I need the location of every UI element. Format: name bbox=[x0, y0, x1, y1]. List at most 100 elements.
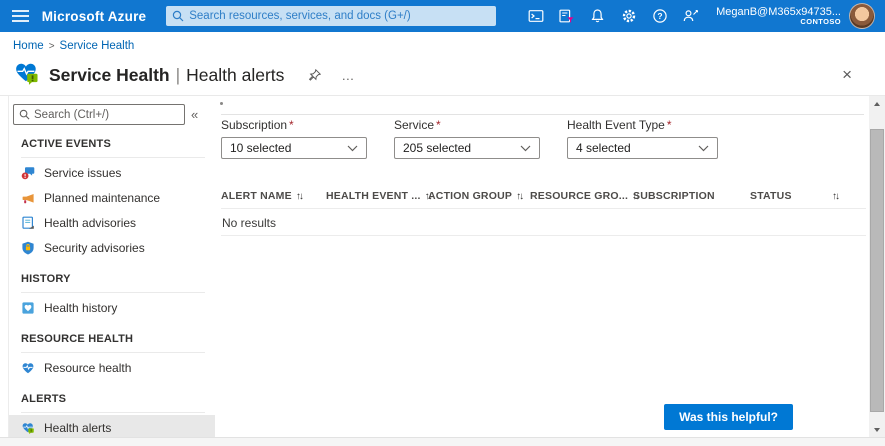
search-icon bbox=[172, 10, 184, 22]
divider bbox=[21, 352, 205, 353]
filter-label-text: Service bbox=[394, 118, 434, 132]
breadcrumb-home[interactable]: Home bbox=[13, 40, 44, 52]
chevron-down-icon bbox=[347, 145, 358, 152]
sidebar-item-service-issues[interactable]: Service issues bbox=[9, 160, 215, 185]
sidebar-item-health-history[interactable]: Health history bbox=[9, 295, 215, 320]
global-search-input[interactable] bbox=[189, 10, 490, 22]
sidebar-item-planned-maintenance[interactable]: Planned maintenance bbox=[9, 185, 215, 210]
divider bbox=[21, 157, 205, 158]
directory-filter-icon[interactable] bbox=[551, 0, 582, 32]
required-asterisk: * bbox=[436, 118, 441, 132]
sidebar-item-label: Security advisories bbox=[44, 241, 145, 255]
sidebar-section-alerts: ALERTS Health alerts bbox=[9, 393, 215, 440]
column-header-action-group[interactable]: ACTION GROUP ↑↓ bbox=[428, 190, 530, 202]
scroll-up-arrow[interactable] bbox=[869, 96, 885, 111]
health-alerts-icon bbox=[21, 421, 35, 435]
drag-dot bbox=[220, 102, 223, 105]
page-title-secondary: Health alerts bbox=[186, 65, 284, 85]
was-this-helpful-button[interactable]: Was this helpful? bbox=[664, 404, 793, 430]
tenant-name: CONTOSO bbox=[716, 18, 841, 26]
empty-state-text: No results bbox=[222, 216, 276, 230]
hamburger-menu-icon[interactable] bbox=[0, 0, 42, 32]
vertical-scrollbar[interactable] bbox=[869, 96, 885, 437]
divider bbox=[21, 412, 205, 413]
scrollbar-thumb[interactable] bbox=[870, 129, 884, 412]
page-title-divider: | bbox=[176, 65, 181, 85]
filter-label-text: Subscription bbox=[221, 118, 287, 132]
sidebar-item-label: Health alerts bbox=[44, 421, 111, 435]
sidebar-item-label: Resource health bbox=[44, 361, 131, 375]
subscription-dropdown[interactable]: 10 selected bbox=[221, 137, 367, 159]
sidebar-search-input[interactable] bbox=[34, 109, 179, 121]
column-label: RESOURCE GRO... bbox=[530, 190, 628, 202]
column-label: STATUS bbox=[750, 190, 792, 202]
global-search-box[interactable] bbox=[166, 6, 496, 26]
scroll-down-arrow[interactable] bbox=[869, 422, 885, 437]
service-dropdown[interactable]: 205 selected bbox=[394, 137, 540, 159]
sidebar-item-resource-health[interactable]: Resource health bbox=[9, 355, 215, 380]
sidebar-search-box[interactable] bbox=[13, 104, 185, 125]
column-label: HEALTH EVENT ... bbox=[326, 190, 421, 202]
sidebar-item-security-advisories[interactable]: Security advisories bbox=[9, 235, 215, 260]
feedback-icon[interactable] bbox=[675, 0, 706, 32]
column-label: ACTION GROUP bbox=[428, 190, 512, 202]
column-header-resource-group[interactable]: RESOURCE GRO... ↑↓ bbox=[530, 190, 633, 202]
breadcrumb-separator: > bbox=[49, 41, 55, 52]
sidebar-item-health-advisories[interactable]: Health advisories bbox=[9, 210, 215, 235]
planned-maintenance-icon bbox=[21, 191, 35, 205]
alerts-table-header: ALERT NAME ↑↓ HEALTH EVENT ... ↑↓ ACTION… bbox=[221, 190, 866, 202]
more-options-icon[interactable]: … bbox=[341, 68, 355, 83]
section-label: ACTIVE EVENTS bbox=[21, 138, 215, 150]
filter-label: Subscription* bbox=[221, 118, 367, 132]
azure-portal-window: Microsoft Azure ? bbox=[0, 0, 885, 446]
dropdown-value: 4 selected bbox=[576, 141, 631, 155]
sidebar-item-label: Health history bbox=[44, 301, 117, 315]
column-header-status[interactable]: STATUS ↑↓ bbox=[750, 190, 866, 202]
column-header-alert-name[interactable]: ALERT NAME ↑↓ bbox=[221, 190, 326, 202]
breadcrumb-service-health[interactable]: Service Health bbox=[60, 40, 135, 52]
divider bbox=[221, 208, 866, 209]
health-event-type-dropdown[interactable]: 4 selected bbox=[567, 137, 718, 159]
section-label: ALERTS bbox=[21, 393, 215, 405]
page-title-primary: Service Health bbox=[49, 65, 170, 85]
sidebar-section-history: HISTORY Health history bbox=[9, 273, 215, 320]
column-header-subscription[interactable]: SUBSCRIPTION bbox=[633, 190, 750, 202]
section-label: RESOURCE HEALTH bbox=[21, 333, 215, 345]
column-header-health-event[interactable]: HEALTH EVENT ... ↑↓ bbox=[326, 190, 428, 202]
search-icon bbox=[19, 109, 30, 120]
breadcrumb: Home > Service Health bbox=[13, 40, 134, 52]
dropdown-value: 10 selected bbox=[230, 141, 291, 155]
chevron-down-icon bbox=[520, 145, 531, 152]
sidebar: « ACTIVE EVENTS Service issues Planned m… bbox=[8, 96, 215, 437]
health-advisories-icon bbox=[21, 216, 35, 230]
sidebar-item-label: Service issues bbox=[44, 166, 121, 180]
service-health-icon bbox=[13, 60, 40, 91]
page-title: Service Health |Health alerts bbox=[49, 65, 284, 86]
sidebar-item-label: Health advisories bbox=[44, 216, 136, 230]
filter-label-text: Health Event Type bbox=[567, 118, 665, 132]
settings-gear-icon[interactable] bbox=[613, 0, 644, 32]
cloud-shell-icon[interactable] bbox=[520, 0, 551, 32]
close-icon[interactable]: × bbox=[842, 66, 852, 83]
collapse-sidebar-icon[interactable]: « bbox=[191, 107, 198, 122]
sort-icon[interactable]: ↑↓ bbox=[296, 191, 302, 202]
pin-icon[interactable] bbox=[308, 69, 321, 82]
account-menu[interactable]: MeganB@M365x94735... CONTOSO bbox=[716, 6, 841, 26]
health-history-icon bbox=[21, 301, 35, 315]
notifications-bell-icon[interactable] bbox=[582, 0, 613, 32]
column-label: SUBSCRIPTION bbox=[633, 190, 715, 202]
brand-title[interactable]: Microsoft Azure bbox=[42, 9, 147, 24]
required-asterisk: * bbox=[289, 118, 294, 132]
dropdown-value: 205 selected bbox=[403, 141, 471, 155]
divider bbox=[221, 114, 864, 115]
help-icon[interactable]: ? bbox=[644, 0, 675, 32]
sort-icon[interactable]: ↑↓ bbox=[832, 191, 838, 202]
blade-content: « ACTIVE EVENTS Service issues Planned m… bbox=[0, 95, 885, 437]
sort-icon[interactable]: ↑↓ bbox=[516, 191, 522, 202]
filter-label: Service* bbox=[394, 118, 540, 132]
filter-label: Health Event Type* bbox=[567, 118, 718, 132]
avatar[interactable] bbox=[849, 3, 875, 29]
divider bbox=[21, 292, 205, 293]
main-panel: Subscription* 10 selected Service* 205 s… bbox=[215, 96, 869, 437]
divider bbox=[221, 235, 866, 236]
